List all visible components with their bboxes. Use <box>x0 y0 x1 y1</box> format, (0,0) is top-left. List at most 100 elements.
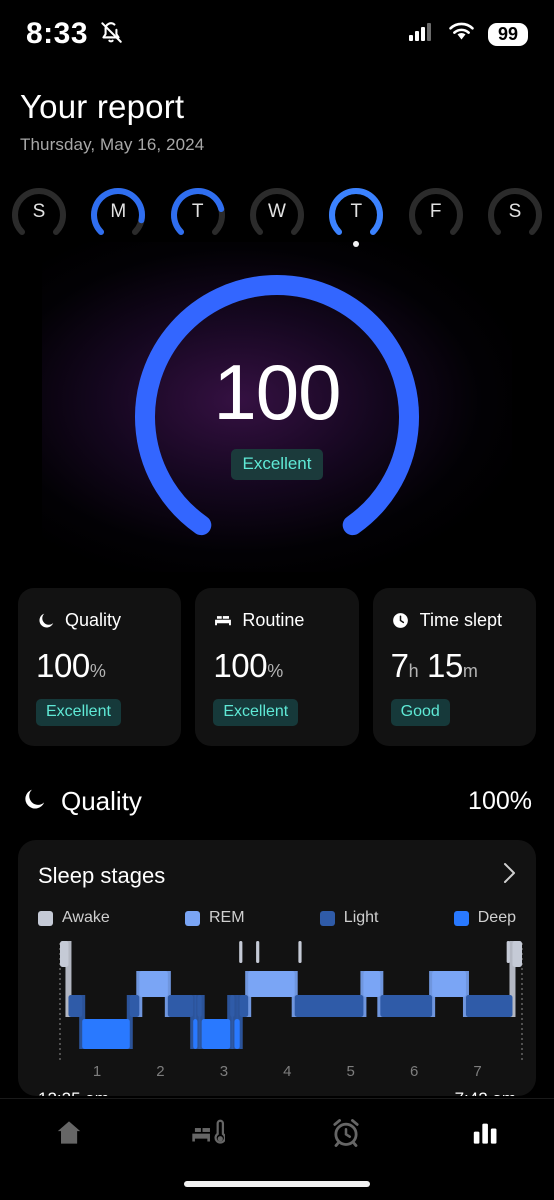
nav-item-home[interactable] <box>34 1117 104 1149</box>
metric-unit-minutes: m <box>462 661 478 681</box>
metric-card-time-slept[interactable]: Time slept 7h 15m Good <box>372 588 536 746</box>
status-bar: 8:33 99 <box>0 0 554 68</box>
hypnogram-segment-light <box>167 995 194 1017</box>
clock-icon <box>391 611 411 631</box>
hypnogram-segment-rem <box>139 971 168 997</box>
hypnogram-x-tick: 4 <box>283 1063 292 1080</box>
battery-indicator: 99 <box>488 22 528 46</box>
metric-unit: % <box>89 661 106 681</box>
legend-item-awake: Awake <box>38 909 110 927</box>
hypnogram-segment-light <box>239 995 249 1017</box>
report-header: Your report Thursday, May 16, 2024 <box>20 88 534 155</box>
nav-item-alarm[interactable] <box>311 1117 381 1149</box>
hypnogram-segment-light <box>294 995 364 1017</box>
metric-value: 100% <box>36 649 165 682</box>
hypnogram-time-range: 12:25 am 7:42 am <box>38 1089 516 1096</box>
quality-section-title: Quality <box>61 786 142 816</box>
hypnogram-segment-light <box>380 995 433 1017</box>
legend-item-rem: REM <box>184 909 245 927</box>
weekday-label: S <box>508 201 522 222</box>
weekday-label: W <box>268 201 286 222</box>
legend-swatch-icon <box>38 910 53 926</box>
weekday-2-t[interactable]: T <box>167 185 229 249</box>
weekday-1-m[interactable]: M <box>87 185 149 249</box>
weekday-0-s[interactable]: S <box>8 185 70 249</box>
metric-unit-hours: h <box>408 661 419 681</box>
wifi-icon <box>448 22 475 47</box>
weekday-label: M <box>110 201 127 222</box>
hypnogram-awake-tick <box>515 941 519 963</box>
sleep-start-time: 12:25 am <box>38 1089 109 1096</box>
quality-section-value: 100% <box>468 787 532 815</box>
legend-label: Light <box>343 909 379 926</box>
nav-item-sleep-environment[interactable] <box>173 1117 243 1149</box>
gauge-ring: 100 Excellent <box>107 257 447 557</box>
weekday-5-f[interactable]: F <box>405 185 467 249</box>
legend-swatch-icon <box>319 910 335 926</box>
hypnogram-segment-deep <box>234 1019 240 1049</box>
metric-title: Quality <box>65 610 122 630</box>
metric-card-header: Routine <box>213 610 342 631</box>
legend-item-light: Light <box>319 909 379 927</box>
gauge-center: 100 Excellent <box>107 257 447 557</box>
hypnogram-segment-rem <box>248 971 295 997</box>
hypnogram-awake-tick <box>298 941 302 963</box>
hypnogram-segment-rem <box>432 971 466 997</box>
hypnogram-segment-deep <box>193 1019 198 1049</box>
bed-icon <box>213 611 233 631</box>
sleep-end-time: 7:42 am <box>455 1089 516 1096</box>
metric-rating-badge: Good <box>390 699 450 726</box>
hypnogram-segment-deep <box>82 1019 130 1049</box>
weekday-4-t[interactable]: T <box>325 185 387 249</box>
weekday-label: S <box>32 201 46 222</box>
hypnogram-x-tick: 2 <box>156 1063 165 1080</box>
weekday-label: F <box>429 201 442 222</box>
sleep-score-value: 100 <box>213 347 341 436</box>
weekday-6-s[interactable]: S <box>484 185 546 249</box>
hypnogram-x-tick: 7 <box>473 1063 482 1080</box>
page-title: Your report <box>20 88 185 125</box>
sleep-stages-card[interactable]: Sleep stages Awake REM Light Deep 1 2 3 4 5 6 7 1… <box>18 840 536 1096</box>
hypnogram-awake-tick <box>506 941 510 963</box>
legend-label: Awake <box>62 909 110 926</box>
hypnogram-x-tick: 6 <box>409 1063 419 1080</box>
legend-swatch-icon <box>453 910 469 926</box>
status-time: 8:33 <box>26 17 89 50</box>
metric-title: Routine <box>242 610 305 630</box>
app-screen: 8:33 99 Your report Thursday, May 16, 20… <box>0 0 554 1200</box>
weekday-selected-dot <box>353 241 360 247</box>
hypnogram-x-axis: 1 2 3 4 5 6 7 <box>38 1063 516 1085</box>
metric-cards: Quality 100% Excellent Routine 100% Exce… <box>18 588 536 746</box>
hypnogram-segment-rem <box>363 971 381 997</box>
quality-section-left: Quality <box>22 786 142 817</box>
moon-icon <box>36 611 56 631</box>
report-date: Thursday, May 16, 2024 <box>20 135 205 154</box>
sleep-score-rating-badge: Excellent <box>230 448 324 480</box>
hypnogram-x-tick: 5 <box>346 1063 355 1080</box>
hypnogram-segment-light <box>68 995 83 1017</box>
weekday-label: T <box>191 201 204 222</box>
hypnogram-segment-deep <box>201 1019 231 1049</box>
metric-card-quality[interactable]: Quality 100% Excellent <box>18 588 182 746</box>
status-bar-right: 99 <box>409 22 528 47</box>
sleep-stages-legend: Awake REM Light Deep <box>38 909 516 927</box>
metric-number: 100 <box>213 647 268 684</box>
hypnogram-x-tick: 3 <box>219 1063 229 1080</box>
chevron-right-icon[interactable] <box>503 862 516 889</box>
metric-number-minutes: 15 <box>427 647 463 684</box>
metric-rating-badge: Excellent <box>213 699 299 726</box>
hypnogram-segment-light <box>129 995 140 1017</box>
hypnogram-segment-awake <box>60 941 69 967</box>
metric-card-header: Quality <box>36 610 165 631</box>
metric-value: 100% <box>213 649 342 682</box>
weekday-selector[interactable]: SMTWTFS <box>8 185 546 249</box>
sleep-score-gauge: 100 Excellent <box>0 242 554 572</box>
legend-swatch-icon <box>184 910 200 926</box>
metric-card-header: Time slept <box>391 610 520 631</box>
home-indicator <box>184 1181 370 1187</box>
metric-card-routine[interactable]: Routine 100% Excellent <box>195 588 359 746</box>
weekday-3-w[interactable]: W <box>246 185 308 249</box>
nav-item-reports[interactable] <box>450 1117 520 1149</box>
metric-number-hours: 7 <box>390 647 409 684</box>
hypnogram-segment-light <box>197 995 202 1017</box>
